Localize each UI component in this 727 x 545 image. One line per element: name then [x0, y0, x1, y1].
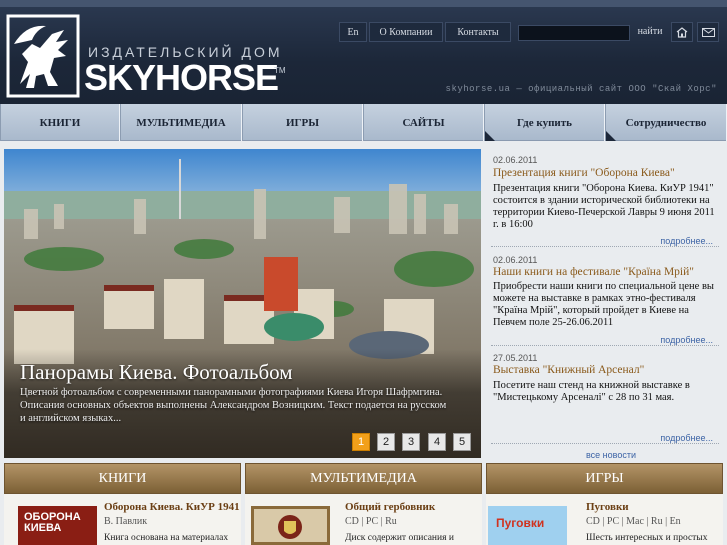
- nav-sites[interactable]: САЙТЫ: [363, 104, 484, 141]
- slide-title[interactable]: Панорамы Киева. Фотоальбом: [20, 360, 293, 385]
- section-games-heading[interactable]: ИГРЫ: [486, 463, 723, 494]
- book-description: Книга основана на материалах: [104, 533, 229, 543]
- search-button[interactable]: найти: [634, 23, 666, 41]
- slide-description: Цветной фотоальбом с современными панора…: [20, 387, 447, 424]
- slider-page-2[interactable]: 2: [377, 433, 395, 451]
- nav-corner-decoration: [606, 131, 616, 141]
- slider-page-3[interactable]: 3: [402, 433, 420, 451]
- news-title-link[interactable]: Наши книги на фестивале "Країна Мрій": [493, 266, 694, 278]
- nav-sites-label: САЙТЫ: [402, 116, 445, 129]
- section-books-heading[interactable]: КНИГИ: [4, 463, 241, 494]
- news-more-link[interactable]: подробнее...: [660, 236, 713, 246]
- book-cover-image[interactable]: ОБОРОНА КИЕВА: [18, 506, 97, 545]
- news-title-link[interactable]: Выставка "Книжный Арсенал": [493, 364, 644, 376]
- game-description: Шесть интересных и простых: [586, 533, 708, 543]
- nav-multimedia-label: МУЛЬТИМЕДИА: [136, 116, 226, 129]
- pegasus-logo-icon[interactable]: [6, 14, 80, 98]
- multimedia-platforms: CD | PC | Ru: [345, 516, 397, 527]
- mail-icon[interactable]: [697, 22, 719, 42]
- game-platforms: CD | PC | Mac | Ru | En: [586, 516, 681, 527]
- section-multimedia-heading[interactable]: МУЛЬТИМЕДИА: [245, 463, 482, 494]
- about-company-link[interactable]: О Компании: [369, 22, 443, 42]
- news-text: Презентация книги "Оборона Киева. КиУР 1…: [493, 183, 715, 230]
- featured-slider[interactable]: Панорамы Киева. Фотоальбом Цветной фотоа…: [4, 149, 481, 458]
- slider-page-4[interactable]: 4: [428, 433, 446, 451]
- contacts-link[interactable]: Контакты: [445, 22, 511, 42]
- news-text: Приобрести наши книги по специальной цен…: [493, 281, 714, 328]
- multimedia-cover-image[interactable]: [251, 506, 330, 545]
- book-title-link[interactable]: Оборона Киева. КиУР 1941: [104, 501, 240, 513]
- news-title-link[interactable]: Презентация книги "Оборона Киева": [493, 167, 675, 179]
- news-more-link[interactable]: подробнее...: [660, 335, 713, 345]
- nav-multimedia[interactable]: МУЛЬТИМЕДИА: [120, 104, 242, 141]
- multimedia-description: Диск содержит описания и: [345, 533, 454, 543]
- main-navigation: КНИГИ МУЛЬТИМЕДИА ИГРЫ САЙТЫ Где купить …: [0, 104, 727, 141]
- news-divider: [491, 246, 719, 247]
- search-input[interactable]: [518, 25, 630, 41]
- news-divider: [491, 345, 719, 346]
- slider-page-5[interactable]: 5: [453, 433, 471, 451]
- news-text: Посетите наш стенд на книжной выставке в…: [493, 380, 690, 403]
- nav-where-to-buy-label: Где купить: [517, 116, 572, 129]
- game-title-link[interactable]: Пуговки: [586, 501, 629, 513]
- book-cover-text: ОБОРОНА КИЕВА: [24, 511, 81, 534]
- site-header: ИЗДАТЕЛЬСКИЙ ДОМ SKYHORSE TM En О Компан…: [0, 0, 727, 104]
- coat-of-arms-icon: [278, 515, 302, 539]
- news-date: 02.06.2011: [493, 255, 538, 265]
- news-date: 02.06.2011: [493, 155, 538, 165]
- logo-wordmark[interactable]: SKYHORSE: [84, 58, 279, 98]
- news-more-link[interactable]: подробнее...: [660, 433, 713, 443]
- nav-books[interactable]: КНИГИ: [0, 104, 120, 141]
- slider-page-1[interactable]: 1: [352, 433, 370, 451]
- site-tagline: skyhorse.ua — официальный сайт ООО "Скай…: [445, 84, 717, 94]
- book-author: В. Павлик: [104, 516, 148, 527]
- nav-cooperation-label: Сотрудничество: [625, 116, 707, 129]
- lang-en-link[interactable]: En: [339, 22, 367, 42]
- trademark-mark: TM: [274, 66, 286, 75]
- game-cover-image[interactable]: Пуговки: [488, 506, 567, 545]
- home-icon[interactable]: [671, 22, 693, 42]
- all-news-link[interactable]: все новости: [586, 450, 636, 460]
- nav-games-label: ИГРЫ: [285, 116, 320, 129]
- news-date: 27.05.2011: [493, 353, 538, 363]
- nav-games[interactable]: ИГРЫ: [242, 104, 363, 141]
- nav-books-label: КНИГИ: [39, 116, 81, 129]
- news-divider: [491, 443, 719, 444]
- nav-corner-decoration: [485, 131, 495, 141]
- news-column: 02.06.2011 Презентация книги "Оборона Ки…: [487, 149, 723, 461]
- game-cover-text: Пуговки: [496, 516, 545, 530]
- nav-cooperation[interactable]: Сотрудничество: [605, 104, 727, 141]
- nav-where-to-buy[interactable]: Где купить: [484, 104, 605, 141]
- multimedia-title-link[interactable]: Общий гербовник: [345, 501, 435, 513]
